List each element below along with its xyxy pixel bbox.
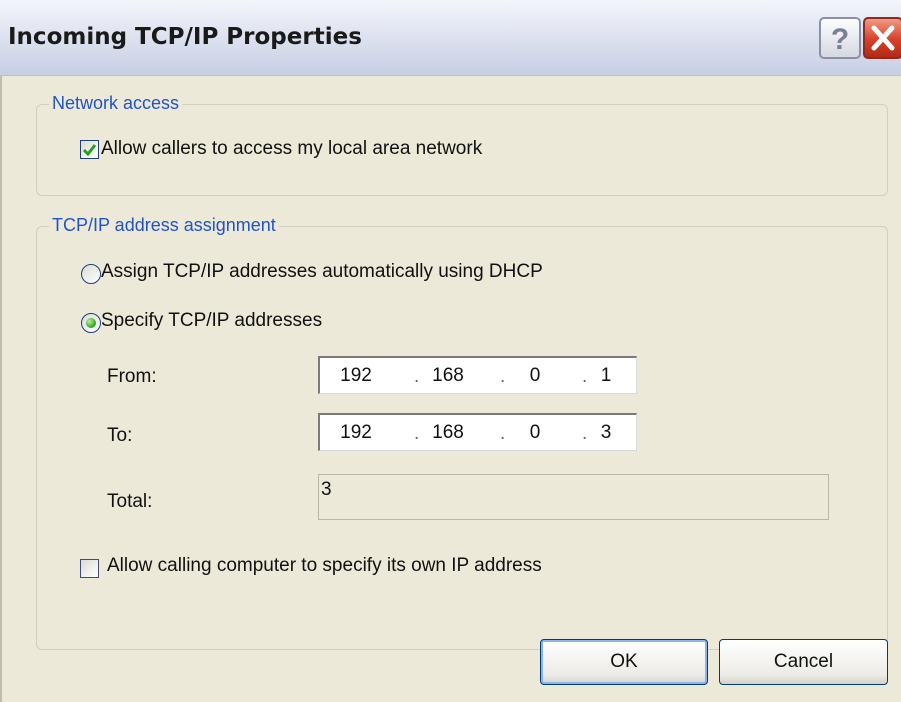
from-ip-octet-2[interactable]: 168 (426, 365, 470, 387)
allow-lan-checkbox[interactable] (80, 140, 99, 159)
close-button[interactable] (863, 17, 901, 59)
title-bar: Incoming TCP/IP Properties ? (0, 0, 901, 76)
ok-button[interactable]: OK (540, 639, 708, 685)
help-button[interactable]: ? (819, 17, 861, 59)
dhcp-radio[interactable] (81, 264, 101, 284)
allow-own-ip-label[interactable]: Allow calling computer to specify its ow… (107, 555, 542, 577)
cancel-button[interactable]: Cancel (719, 639, 888, 685)
help-icon: ? (831, 23, 849, 56)
svg-text:?: ? (831, 23, 849, 56)
to-ip-octet-2[interactable]: 168 (426, 422, 470, 444)
to-label: To: (107, 425, 133, 446)
from-ip-field[interactable]: 192 . 168 . 0 . 1 (318, 356, 637, 394)
close-icon (871, 25, 895, 51)
total-label: Total: (107, 491, 153, 512)
address-assignment-legend: TCP/IP address assignment (49, 215, 279, 236)
allow-lan-label[interactable]: Allow callers to access my local area ne… (101, 138, 482, 160)
ip-separator: . (414, 423, 420, 444)
from-ip-octet-4[interactable]: 1 (584, 365, 628, 387)
ip-separator: . (500, 423, 506, 444)
from-ip-octet-3[interactable]: 0 (513, 365, 557, 387)
network-access-legend: Network access (49, 93, 183, 114)
to-ip-octet-4[interactable]: 3 (584, 422, 628, 444)
ip-separator: . (500, 366, 506, 387)
to-ip-octet-1[interactable]: 192 (334, 422, 378, 444)
to-ip-octet-3[interactable]: 0 (513, 422, 557, 444)
specify-radio[interactable] (81, 313, 101, 333)
checkmark-icon (82, 144, 97, 157)
allow-own-ip-checkbox[interactable] (80, 559, 99, 578)
from-label: From: (107, 366, 157, 387)
total-value-field: 3 (318, 474, 829, 520)
radio-selected-dot (86, 318, 96, 328)
specify-label[interactable]: Specify TCP/IP addresses (101, 310, 322, 332)
ip-separator: . (414, 366, 420, 387)
to-ip-field[interactable]: 192 . 168 . 0 . 3 (318, 413, 637, 451)
dhcp-label[interactable]: Assign TCP/IP addresses automatically us… (101, 261, 543, 283)
window-title: Incoming TCP/IP Properties (8, 24, 362, 50)
window-border (0, 76, 2, 702)
from-ip-octet-1[interactable]: 192 (334, 365, 378, 387)
